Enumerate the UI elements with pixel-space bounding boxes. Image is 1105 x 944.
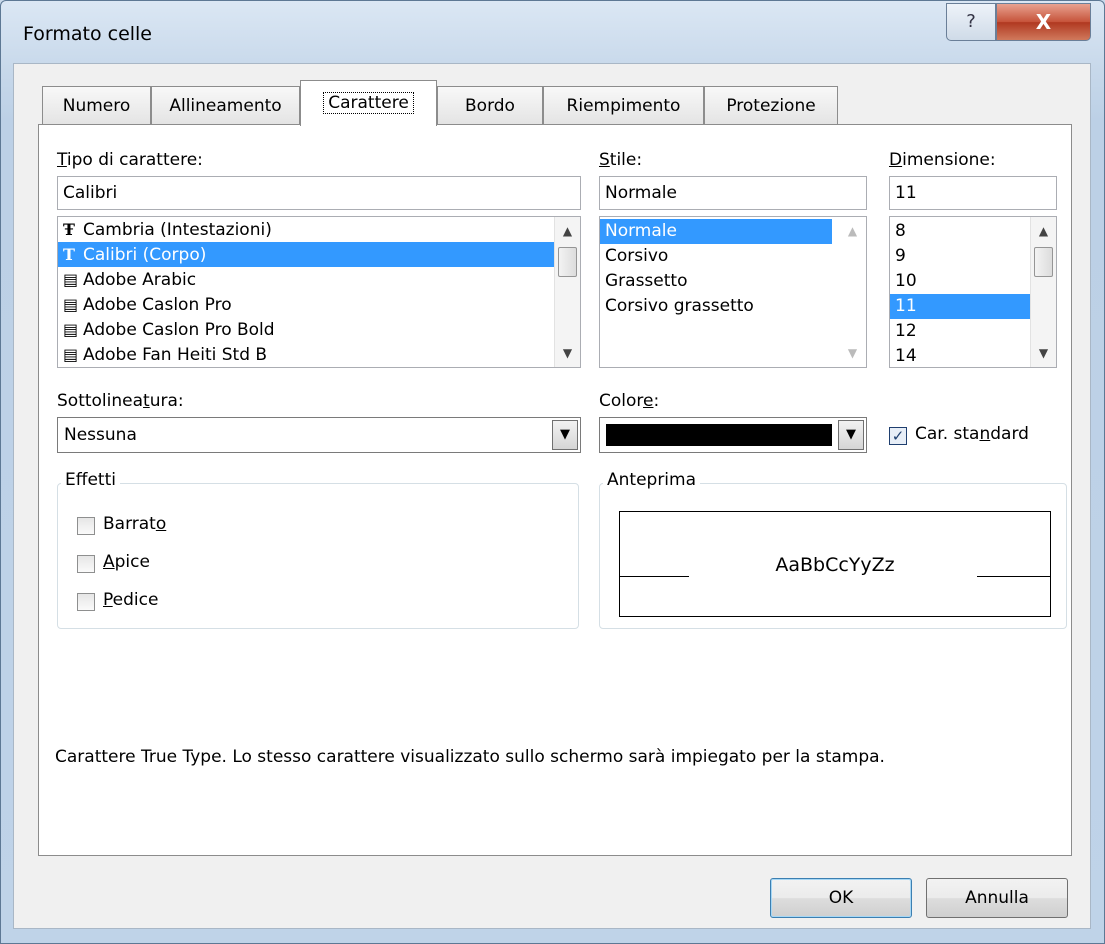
tab-numero[interactable]: Numero: [42, 86, 151, 124]
font-list-scrollbar[interactable]: ▲ ▼: [554, 217, 580, 367]
close-icon: X: [1035, 10, 1052, 34]
tab-protezione[interactable]: Protezione: [704, 86, 838, 124]
scroll-up-icon: ▲: [847, 224, 858, 238]
standard-font-checkbox[interactable]: ✓: [889, 427, 907, 445]
effects-legend: Effetti: [61, 470, 120, 490]
strikethrough-label[interactable]: Barrato: [103, 514, 166, 534]
scroll-down-icon: ▼: [847, 346, 858, 360]
list-item[interactable]: ▤ Adobe Arabic: [58, 267, 580, 292]
baseline-left: [619, 576, 689, 577]
size-input[interactable]: 11: [889, 176, 1057, 210]
list-item[interactable]: Corsivo grassetto: [600, 294, 866, 319]
underline-label: Sottolineatura:: [57, 391, 184, 411]
dialog-title: Formato celle: [23, 23, 153, 45]
style-input[interactable]: Normale: [599, 176, 867, 210]
printer-font-icon: ▤: [63, 320, 79, 339]
list-item[interactable]: ▤ Adobe Caslon Pro Bold: [58, 317, 580, 342]
size-label: Dimensione:: [889, 150, 996, 170]
ok-button[interactable]: OK: [770, 878, 912, 918]
tab-panel-carattere: Tipo di carattere: Calibri Ŧ Cambria (Int…: [38, 124, 1072, 856]
chevron-down-icon[interactable]: ▼: [838, 420, 864, 450]
dialog-window: Formato celle ? X Numero Allineamento Ca…: [0, 0, 1105, 944]
subscript-label[interactable]: Pedice: [103, 590, 158, 610]
scroll-up-icon[interactable]: ▲: [1031, 219, 1056, 243]
list-item[interactable]: Grassetto: [600, 269, 866, 294]
baseline-right: [977, 576, 1051, 577]
help-icon: ?: [966, 11, 976, 32]
scroll-down-icon[interactable]: ▼: [555, 341, 580, 365]
scroll-down-icon[interactable]: ▼: [1031, 341, 1056, 365]
size-list[interactable]: 8 9 10 11 12 14 ▲ ▼: [889, 216, 1057, 368]
scroll-thumb[interactable]: [1034, 247, 1053, 277]
printer-font-icon: ▤: [63, 345, 79, 364]
printer-font-icon: ▤: [63, 295, 79, 314]
color-swatch: [606, 424, 832, 446]
tab-carattere[interactable]: Carattere: [300, 80, 437, 126]
list-item[interactable]: ▤ Adobe Fan Heiti Std B: [58, 342, 580, 367]
opentype-icon: Ŧ: [63, 220, 75, 239]
color-label: Colore:: [599, 391, 660, 411]
underline-dropdown[interactable]: Nessuna ▼: [57, 417, 581, 453]
superscript-checkbox[interactable]: [77, 555, 95, 573]
printer-font-icon: ▤: [63, 270, 79, 289]
color-dropdown[interactable]: ▼: [599, 417, 867, 453]
list-item-selected[interactable]: T Calibri (Corpo): [58, 242, 554, 267]
preview-box: AaBbCcYyZz: [619, 511, 1051, 617]
chevron-down-icon[interactable]: ▼: [552, 420, 578, 450]
list-item-selected[interactable]: 11: [890, 294, 1030, 319]
subscript-checkbox[interactable]: [77, 593, 95, 611]
checkmark-icon: ✓: [891, 427, 905, 445]
close-button[interactable]: X: [996, 3, 1091, 41]
help-button[interactable]: ?: [946, 3, 996, 41]
font-list[interactable]: Ŧ Cambria (Intestazioni) T Calibri (Corpo)…: [57, 216, 581, 368]
scroll-up-icon[interactable]: ▲: [555, 219, 580, 243]
preview-sample: AaBbCcYyZz: [775, 554, 895, 576]
strikethrough-checkbox[interactable]: [77, 517, 95, 535]
preview-legend: Anteprima: [603, 470, 701, 490]
font-description: Carattere True Type. Lo stesso carattere…: [55, 747, 885, 767]
opentype-icon: T: [63, 245, 75, 264]
list-item-selected[interactable]: Normale: [600, 219, 832, 244]
tab-allineamento[interactable]: Allineamento: [151, 86, 300, 124]
cancel-button[interactable]: Annulla: [926, 878, 1068, 918]
dialog-client-area: Numero Allineamento Carattere Bordo Riem…: [13, 63, 1091, 929]
underline-value: Nessuna: [64, 425, 137, 445]
font-name-input[interactable]: Calibri: [57, 176, 581, 210]
style-list-scrollbar: ▲ ▼: [840, 217, 866, 367]
standard-font-label[interactable]: Car. standard: [915, 424, 1029, 444]
tab-bordo[interactable]: Bordo: [437, 86, 543, 124]
list-item[interactable]: ▤ Adobe Caslon Pro: [58, 292, 580, 317]
size-list-scrollbar[interactable]: ▲ ▼: [1030, 217, 1056, 367]
style-label: Stile:: [599, 150, 643, 170]
scroll-thumb[interactable]: [558, 247, 577, 277]
superscript-label[interactable]: Apice: [103, 552, 150, 572]
tab-riempimento[interactable]: Riempimento: [543, 86, 704, 124]
list-item[interactable]: Ŧ Cambria (Intestazioni): [58, 217, 580, 242]
style-list[interactable]: Normale Corsivo Grassetto Corsivo grasse…: [599, 216, 867, 368]
list-item[interactable]: Corsivo: [600, 244, 866, 269]
font-label: Tipo di carattere:: [57, 150, 203, 170]
